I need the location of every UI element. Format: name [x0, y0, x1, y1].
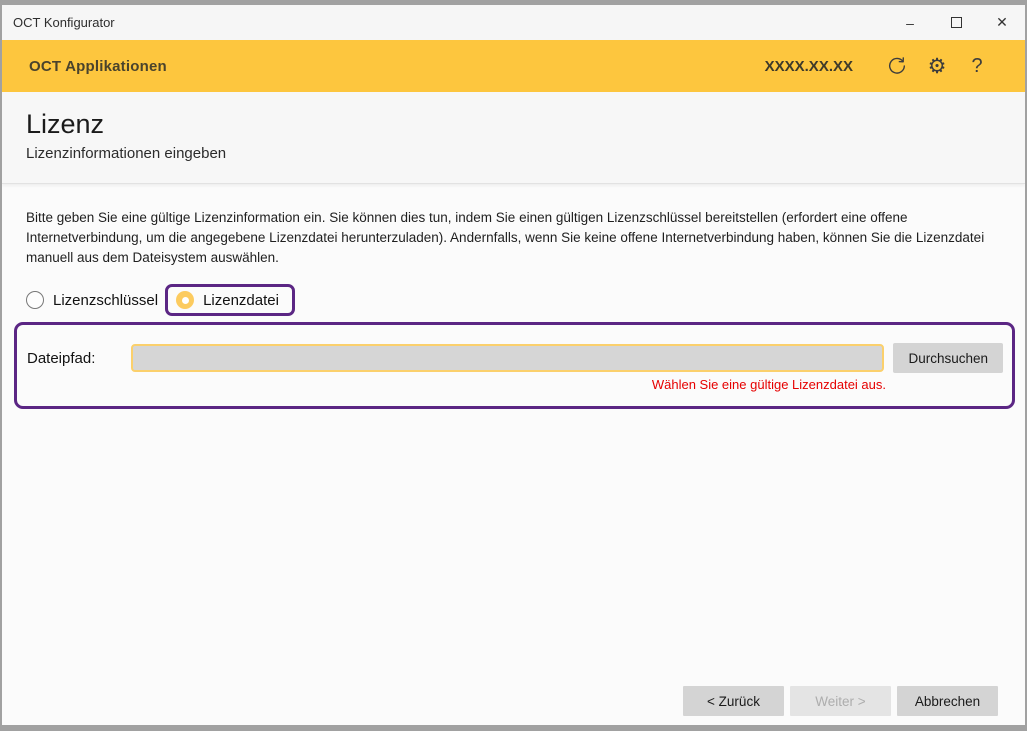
close-button[interactable]: ✕ [979, 5, 1025, 40]
maximize-button[interactable] [933, 5, 979, 40]
refresh-icon[interactable] [877, 55, 917, 77]
app-title: OCT Applikationen [29, 58, 167, 75]
radio-lizenzdatei[interactable] [176, 291, 194, 309]
app-header: OCT Applikationen XXXX.XX.XX ⚙ ? [2, 40, 1025, 92]
next-button: Weiter > [790, 686, 891, 716]
file-path-input[interactable] [131, 344, 884, 372]
page-heading-band: Lizenz Lizenzinformationen eingeben [2, 92, 1025, 184]
radio-lizenzschluessel-label[interactable]: Lizenzschlüssel [53, 292, 158, 309]
help-icon[interactable]: ? [957, 56, 997, 76]
validation-row: Wählen Sie eine gültige Lizenzdatei aus. [27, 377, 1003, 392]
app-window: OCT Konfigurator – ✕ OCT Applikationen X… [0, 0, 1027, 731]
intro-text: Bitte geben Sie eine gültige Lizenzinfor… [26, 208, 1001, 268]
validation-error-text: Wählen Sie eine gültige Lizenzdatei aus. [131, 377, 886, 392]
page-subtitle: Lizenzinformationen eingeben [26, 145, 1001, 162]
file-path-row: Dateipfad: Durchsuchen [27, 343, 1003, 373]
close-icon: ✕ [996, 14, 1008, 31]
title-bar: OCT Konfigurator – ✕ [2, 5, 1025, 40]
browse-button[interactable]: Durchsuchen [893, 343, 1003, 373]
window-title: OCT Konfigurator [2, 15, 115, 30]
file-path-panel: Dateipfad: Durchsuchen Wählen Sie eine g… [14, 322, 1015, 409]
wizard-footer: < Zurück Weiter > Abbrechen [2, 686, 1025, 725]
cancel-button[interactable]: Abbrechen [897, 686, 998, 716]
minimize-button[interactable]: – [887, 5, 933, 40]
radio-lizenzdatei-label[interactable]: Lizenzdatei [203, 292, 279, 309]
maximize-icon [951, 17, 962, 28]
back-button[interactable]: < Zurück [683, 686, 784, 716]
window-controls: – ✕ [887, 5, 1025, 40]
version-label: XXXX.XX.XX [765, 58, 853, 75]
license-type-radio-group: Lizenzschlüssel Lizenzdatei [26, 284, 1025, 316]
validation-spacer [27, 377, 131, 392]
radio-lizenzschluessel[interactable] [26, 291, 44, 309]
page-title: Lizenz [26, 108, 1001, 140]
app-header-right: XXXX.XX.XX ⚙ ? [765, 55, 997, 77]
main-content: Bitte geben Sie eine gültige Lizenzinfor… [2, 184, 1025, 686]
gear-icon[interactable]: ⚙ [917, 56, 957, 77]
file-path-label: Dateipfad: [27, 350, 131, 367]
minimize-icon: – [906, 15, 914, 31]
radio-lizenzdatei-highlight: Lizenzdatei [165, 284, 295, 316]
